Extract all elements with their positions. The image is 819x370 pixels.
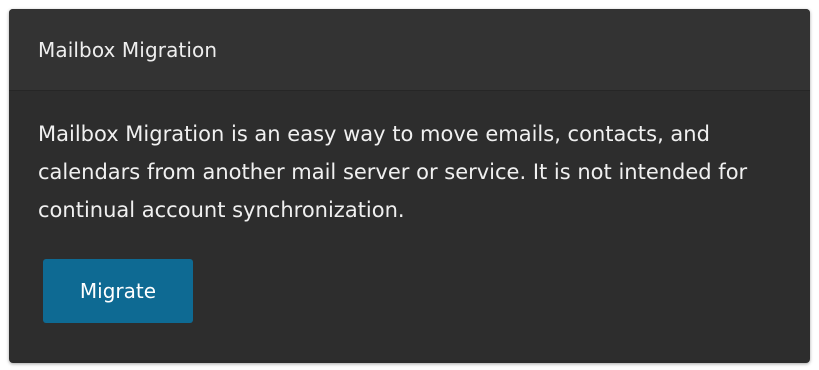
panel-header: Mailbox Migration (9, 9, 810, 91)
migration-description: Mailbox Migration is an easy way to move… (38, 122, 748, 222)
mailbox-migration-panel: Mailbox Migration Mailbox Migration is a… (9, 9, 810, 363)
panel-body: Mailbox Migration is an easy way to move… (9, 91, 810, 323)
panel-title: Mailbox Migration (38, 37, 218, 62)
migrate-button[interactable]: Migrate (43, 259, 193, 323)
